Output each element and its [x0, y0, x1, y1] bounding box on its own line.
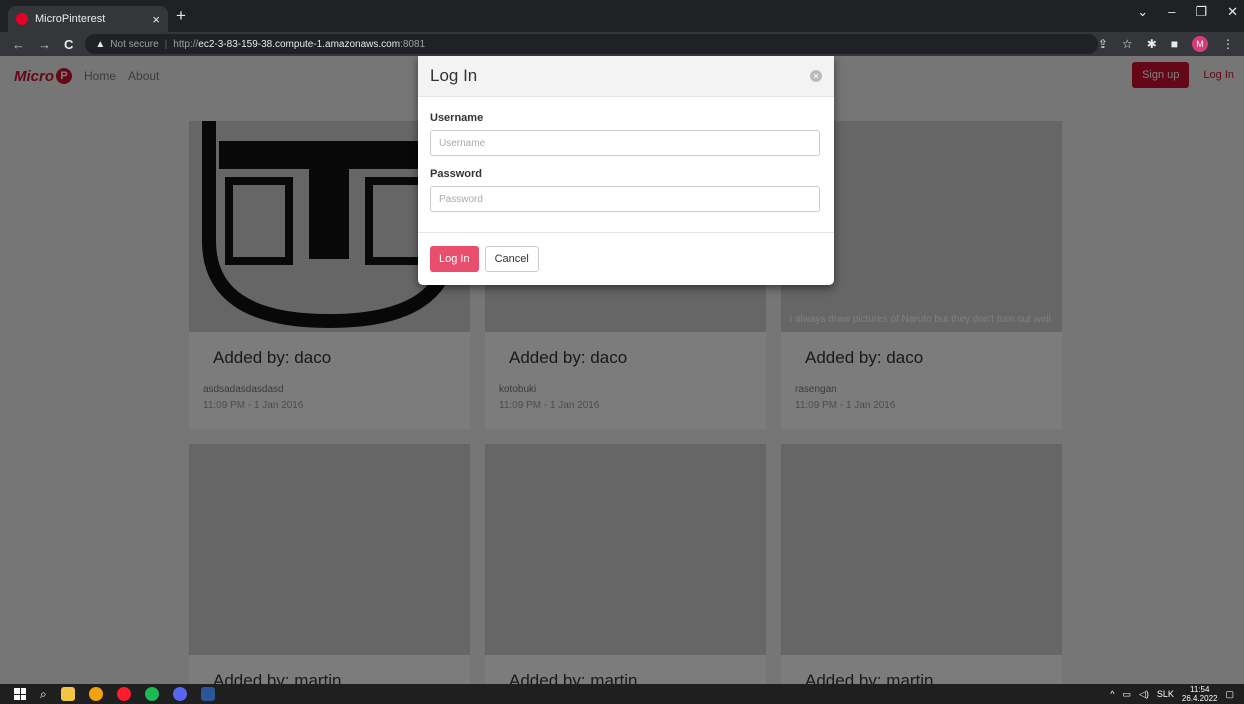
url-scheme: http:// — [173, 38, 199, 50]
bookmark-star-icon[interactable]: ☆ — [1122, 37, 1133, 51]
modal-title: Log In — [430, 66, 478, 85]
omnibox-divider: | — [164, 38, 168, 50]
extensions-puzzle-icon[interactable]: ✱ — [1147, 37, 1157, 51]
browser-extensions: ⇪ ☆ ✱ ■ M ⋮ — [1098, 36, 1244, 52]
modal-footer: Log In Cancel — [418, 233, 834, 285]
close-icon[interactable]: ✕ — [810, 70, 822, 82]
warning-icon: ▲ — [95, 38, 106, 50]
address-bar[interactable]: ▲ Not secure | http:// ec2-3-83-159-38.c… — [85, 34, 1098, 54]
username-label: Username — [430, 112, 484, 124]
reload-button[interactable]: C — [64, 37, 73, 52]
site-favicon-icon — [16, 13, 28, 25]
opera-icon[interactable] — [116, 687, 131, 701]
close-window-button[interactable]: ✕ — [1227, 4, 1238, 20]
language-indicator[interactable]: SLK — [1157, 689, 1174, 699]
volume-icon[interactable]: ◁) — [1139, 689, 1149, 700]
password-label: Password — [430, 168, 482, 180]
system-tray: ^ ▭ ◁) SLK 11:54 26.4.2022 ▢ — [1110, 685, 1244, 703]
tray-overflow-icon[interactable]: ^ — [1110, 689, 1114, 699]
os-taskbar: ⌕ ^ ▭ ◁) SLK 11:54 26.4.2022 ▢ — [0, 684, 1244, 704]
modal-body: Username Password — [418, 97, 834, 233]
browser-toolbar: ← → C ▲ Not secure | http:// ec2-3-83-15… — [0, 32, 1244, 56]
clock-date: 26.4.2022 — [1181, 694, 1218, 703]
security-label: Not secure — [110, 38, 159, 50]
file-explorer-icon[interactable] — [60, 687, 75, 701]
browser-tab[interactable]: MicroPinterest × — [8, 6, 168, 32]
notifications-icon[interactable]: ▢ — [1225, 689, 1234, 700]
restore-button[interactable]: ❐ — [1195, 4, 1207, 20]
chrome-icon[interactable] — [88, 687, 103, 701]
clock-time: 11:54 — [1189, 685, 1210, 694]
tab-title: MicroPinterest — [35, 13, 106, 25]
cancel-button[interactable]: Cancel — [484, 246, 539, 272]
username-input[interactable] — [430, 130, 820, 156]
clock[interactable]: 11:54 26.4.2022 — [1182, 685, 1218, 703]
forward-button[interactable]: → — [38, 37, 51, 52]
share-icon[interactable]: ⇪ — [1098, 37, 1108, 51]
login-modal: Log In ✕ Username Password Log In Cancel — [418, 56, 834, 285]
side-panel-icon[interactable]: ■ — [1171, 37, 1178, 51]
back-button[interactable]: ← — [12, 37, 25, 52]
search-icon[interactable]: ⌕ — [40, 687, 47, 702]
modal-header: Log In ✕ — [418, 56, 834, 97]
network-icon[interactable]: ▭ — [1122, 689, 1131, 700]
word-icon[interactable] — [200, 687, 215, 701]
minimize-button[interactable]: – — [1168, 4, 1175, 20]
spotify-icon[interactable] — [144, 687, 159, 701]
browser-tab-bar: MicroPinterest × + ⌄ – ❐ ✕ — [0, 0, 1244, 32]
tab-search-icon[interactable]: ⌄ — [1137, 4, 1148, 20]
discord-icon[interactable] — [172, 687, 187, 701]
url-host: ec2-3-83-159-38.compute-1.amazonaws.com — [198, 38, 401, 50]
login-submit-button[interactable]: Log In — [430, 246, 479, 272]
window-controls: ⌄ – ❐ ✕ — [1137, 4, 1238, 20]
url-port: :8081 — [400, 38, 426, 50]
menu-kebab-icon[interactable]: ⋮ — [1222, 37, 1234, 51]
tab-close-icon[interactable]: × — [152, 12, 160, 27]
password-input[interactable] — [430, 186, 820, 212]
windows-start-icon[interactable] — [14, 688, 26, 700]
profile-avatar[interactable]: M — [1192, 36, 1208, 52]
page-content: Micro P Home About Sign up Log In Added … — [0, 56, 1244, 684]
new-tab-button[interactable]: + — [176, 6, 186, 26]
